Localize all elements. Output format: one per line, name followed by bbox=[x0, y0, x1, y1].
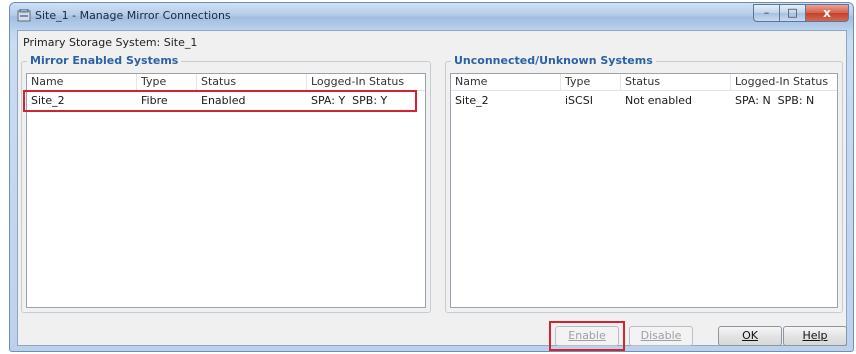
column-header-logged-in-status[interactable]: Logged-In Status bbox=[731, 74, 841, 91]
list-header: Name Type Status Logged-In Status bbox=[27, 74, 425, 91]
dialog-client-area: Primary Storage System: Site_1 Mirror En… bbox=[17, 30, 847, 351]
selected-row-highlight bbox=[23, 90, 417, 112]
ok-button-label: OK bbox=[742, 329, 758, 342]
column-header-name[interactable]: Name bbox=[451, 74, 561, 91]
primary-storage-label: Primary Storage System: Site_1 bbox=[23, 36, 198, 49]
column-header-status[interactable]: Status bbox=[621, 74, 731, 91]
mirror-enabled-systems-group: Mirror Enabled Systems Name Type Status … bbox=[21, 54, 431, 313]
column-header-status[interactable]: Status bbox=[197, 74, 307, 91]
storage-system-icon bbox=[17, 9, 31, 22]
unconnected-systems-list[interactable]: Name Type Status Logged-In Status Site_2… bbox=[450, 73, 838, 308]
enable-button-label: Enable bbox=[568, 329, 606, 342]
disable-button[interactable]: Disable bbox=[629, 326, 693, 346]
manage-mirror-connections-window: Site_1 - Manage Mirror Connections – □ x… bbox=[9, 2, 854, 352]
title-bar[interactable]: Site_1 - Manage Mirror Connections – □ x bbox=[10, 3, 853, 29]
column-header-type[interactable]: Type bbox=[137, 74, 197, 91]
help-button[interactable]: Help bbox=[783, 326, 847, 346]
close-button[interactable]: x bbox=[805, 4, 849, 22]
column-header-logged-in-status[interactable]: Logged-In Status bbox=[307, 74, 427, 91]
column-header-type[interactable]: Type bbox=[561, 74, 621, 91]
list-header: Name Type Status Logged-In Status bbox=[451, 74, 837, 91]
row-name: Site_2 bbox=[455, 94, 489, 107]
maximize-button[interactable]: □ bbox=[779, 4, 805, 22]
enable-button[interactable]: Enable bbox=[555, 326, 619, 346]
disable-button-label: Disable bbox=[640, 329, 682, 342]
unconnected-systems-title: Unconnected/Unknown Systems bbox=[451, 54, 656, 67]
column-header-name[interactable]: Name bbox=[27, 74, 137, 91]
minimize-button[interactable]: – bbox=[753, 4, 779, 22]
row-type: iSCSI bbox=[565, 94, 593, 107]
table-row[interactable]: Site_2 iSCSI Not enabled SPA: N SPB: N bbox=[451, 92, 837, 109]
window-title: Site_1 - Manage Mirror Connections bbox=[35, 9, 231, 22]
help-button-label: Help bbox=[802, 329, 828, 342]
row-status: Not enabled bbox=[625, 94, 693, 107]
unconnected-systems-group: Unconnected/Unknown Systems Name Type St… bbox=[445, 54, 843, 313]
ok-button[interactable]: OK bbox=[718, 326, 782, 346]
caption-buttons: – □ x bbox=[753, 4, 849, 23]
row-logged-in-status: SPA: N SPB: N bbox=[735, 94, 815, 107]
mirror-enabled-systems-list[interactable]: Name Type Status Logged-In Status Site_2… bbox=[23, 73, 426, 308]
mirror-enabled-systems-title: Mirror Enabled Systems bbox=[27, 54, 182, 67]
